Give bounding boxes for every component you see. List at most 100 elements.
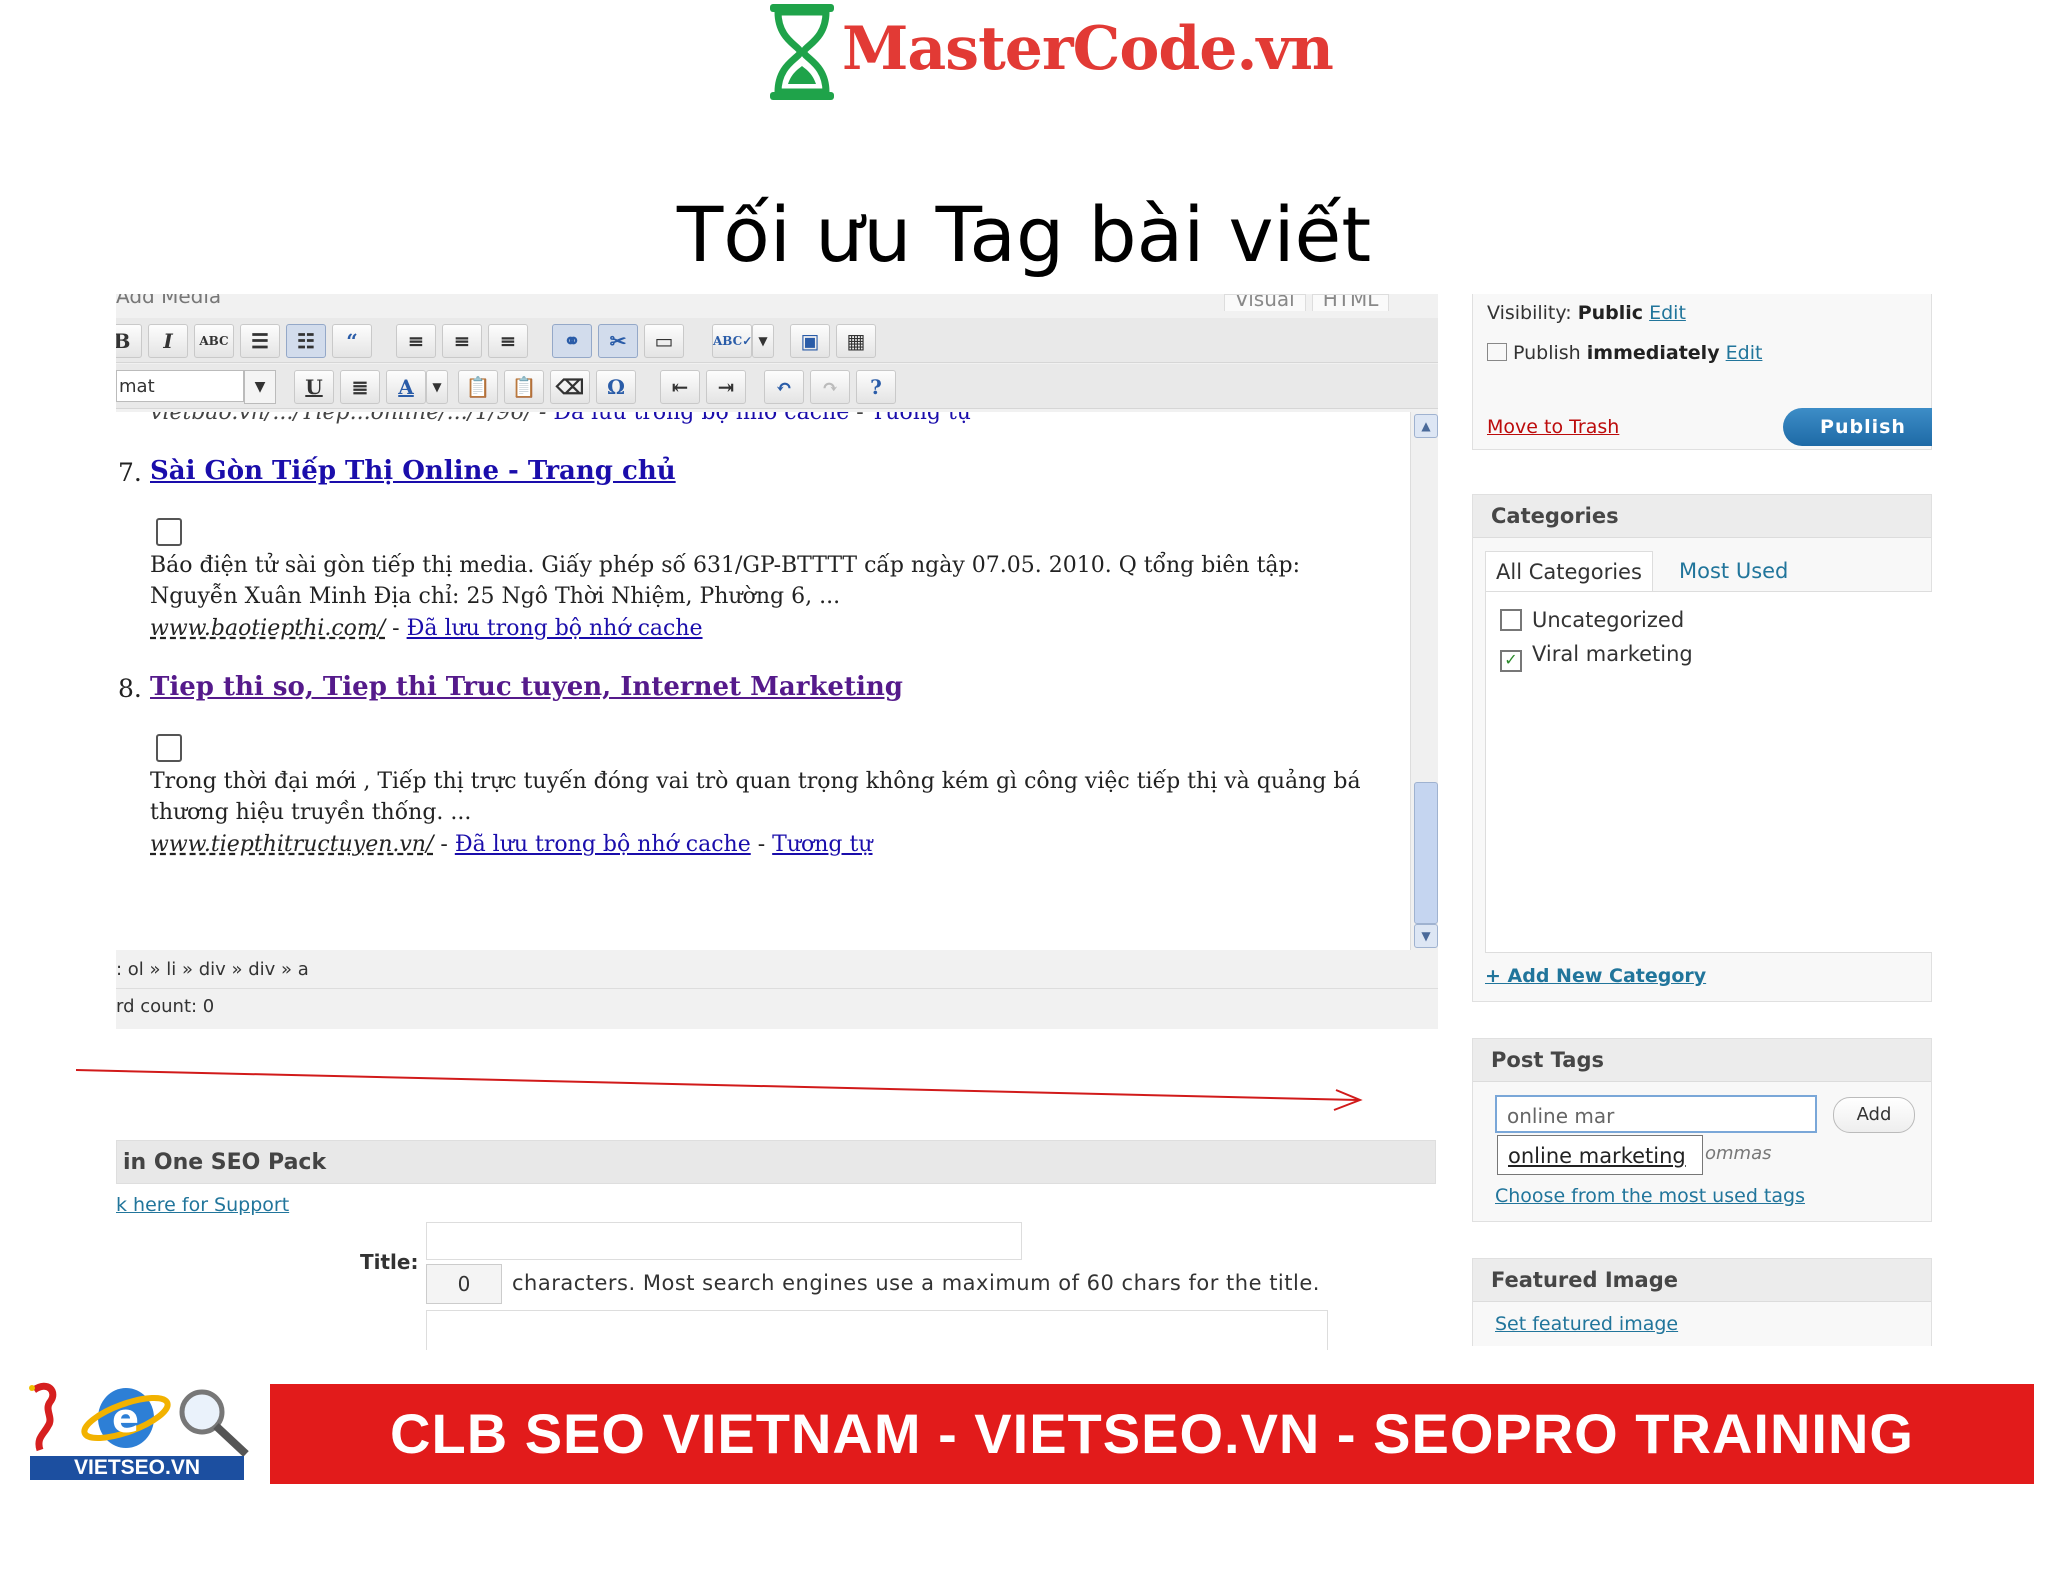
fullscreen-button[interactable]: ▣ [790, 324, 830, 358]
result-number: 7. [118, 458, 142, 487]
editor-toolbar-row-1: B I ABC ☰ ☷ “ ≡ ≡ ≡ ⚭ ✂ ▭ ABC✓ ▼ ▣ ▦ [116, 318, 1438, 363]
chevron-down-icon[interactable]: ▼ [244, 370, 276, 404]
similar-link[interactable]: Tương tự [871, 412, 971, 425]
post-editor: Add Media Visual HTML B I ABC ☰ ☷ “ ≡ ≡ ≡… [116, 294, 1438, 1029]
outdent-button[interactable]: ⇤ [660, 370, 700, 404]
brand-name: MasterCode.vn [842, 14, 1334, 84]
numbered-list-button[interactable]: ☷ [286, 324, 326, 358]
underline-button[interactable]: U [294, 370, 334, 404]
unlink-button[interactable]: ✂ [598, 324, 638, 358]
footer-text: CLB SEO VIETNAM - VIETSEO.VN - SEOPRO TR… [390, 1402, 1914, 1465]
editor-toolbar-row-2: mat ▼ U ≣ A ▼ 📋 📋 ⌫ Ω ⇤ ⇥ ↶ ↷ ? [116, 364, 1438, 409]
redo-button[interactable]: ↷ [810, 370, 850, 404]
spellcheck-button[interactable]: ABC✓ [712, 324, 752, 358]
blockquote-button[interactable]: “ [332, 324, 372, 358]
featured-image-header[interactable]: Featured Image [1473, 1259, 1931, 1302]
insert-more-button[interactable]: ▭ [644, 324, 684, 358]
visibility-value: Public [1577, 302, 1644, 324]
result-url[interactable]: www.tiepthitructuyen.vn/ [150, 832, 433, 857]
tag-hint: ommas [1705, 1143, 1772, 1164]
result-snippet: Báo điện tử sài gòn tiếp thị media. Giấy… [150, 553, 1301, 609]
publish-box: Visibility: Public Edit Publish immediat… [1472, 294, 1932, 450]
result-title[interactable]: Sài Gòn Tiếp Thị Online - Trang chủ [150, 456, 676, 486]
vietseo-logo: e VIETSEO.VN [14, 1374, 268, 1488]
align-left-button[interactable]: ≡ [396, 324, 436, 358]
publish-button[interactable]: Publish [1783, 408, 1932, 446]
result-url[interactable]: www.baotiepthi.com/ [150, 616, 385, 641]
categories-box: Categories All Categories Most Used Unca… [1472, 494, 1932, 1002]
calendar-icon [1487, 343, 1507, 361]
help-button[interactable]: ? [856, 370, 896, 404]
paste-text-button[interactable]: 📋 [458, 370, 498, 404]
publish-time-row: Publish immediately Edit [1487, 342, 1762, 364]
cache-link[interactable]: Đã lưu trong bộ nhớ cache [455, 832, 751, 857]
tag-input[interactable]: online mar [1495, 1095, 1817, 1133]
category-list: Uncategorized ✓ Viral marketing [1485, 591, 1932, 953]
categories-header[interactable]: Categories [1473, 495, 1931, 538]
strikethrough-button[interactable]: ABC [194, 324, 234, 358]
tab-html[interactable]: HTML [1311, 294, 1390, 311]
align-right-button[interactable]: ≡ [488, 324, 528, 358]
paste-word-button[interactable]: 📋 [504, 370, 544, 404]
kitchen-sink-button[interactable]: ▦ [836, 324, 876, 358]
mastercode-logo: MasterCode.vn [760, 0, 1334, 108]
tab-most-used[interactable]: Most Used [1669, 551, 1798, 591]
undo-button[interactable]: ↶ [764, 370, 804, 404]
result-checkbox[interactable] [156, 734, 182, 762]
special-char-button[interactable]: Ω [596, 370, 636, 404]
result-url-line: www.baotiepthi.com/ - Đã lưu trong bộ nh… [150, 616, 703, 641]
checkbox-checked[interactable]: ✓ [1500, 650, 1522, 672]
editor-scrollbar[interactable]: ▲ ▼ [1410, 412, 1438, 950]
set-featured-image-link[interactable]: Set featured image [1495, 1313, 1678, 1335]
publish-time-edit-link[interactable]: Edit [1726, 342, 1763, 364]
remove-format-button[interactable]: ⌫ [550, 370, 590, 404]
scroll-up-icon[interactable]: ▲ [1414, 414, 1438, 438]
bold-button[interactable]: B [116, 324, 142, 358]
tag-suggestion[interactable]: online marketing [1497, 1135, 1703, 1175]
indent-button[interactable]: ⇥ [706, 370, 746, 404]
similar-link[interactable]: Tương tự [772, 832, 872, 857]
add-media-label[interactable]: Add Media [116, 294, 221, 306]
publish-time-value: immediately [1586, 342, 1720, 364]
footer-banner: e VIETSEO.VN CLB SEO VIETNAM - VIETSEO.V… [14, 1374, 2034, 1488]
spellcheck-dropdown[interactable]: ▼ [752, 324, 774, 358]
move-to-trash-link[interactable]: Move to Trash [1487, 416, 1619, 438]
scroll-thumb[interactable] [1414, 782, 1438, 924]
svg-text:e: e [112, 1396, 139, 1442]
category-item-viral-marketing[interactable]: ✓ Viral marketing [1500, 642, 1693, 672]
post-tags-box: Post Tags online mar Add ommas online ma… [1472, 1038, 1932, 1222]
category-item-uncategorized[interactable]: Uncategorized [1500, 608, 1684, 632]
visibility-row: Visibility: Public Edit [1487, 302, 1686, 324]
result-title[interactable]: Tiep thi so, Tiep thi Truc tuyen, Intern… [150, 672, 903, 702]
seo-title-input-top[interactable] [426, 1222, 1022, 1260]
text-color-button[interactable]: A [386, 370, 426, 404]
seo-char-count: 0 [426, 1264, 502, 1304]
insert-link-button[interactable]: ⚭ [552, 324, 592, 358]
scroll-down-icon[interactable]: ▼ [1414, 924, 1438, 948]
cache-link[interactable]: Đã lưu trong bộ nhớ cache [553, 412, 849, 425]
justify-button[interactable]: ≣ [340, 370, 380, 404]
seo-char-note: characters. Most search engines use a ma… [512, 1271, 1320, 1295]
tab-all-categories[interactable]: All Categories [1485, 551, 1653, 592]
post-tags-header[interactable]: Post Tags [1473, 1039, 1931, 1082]
add-new-category-link[interactable]: + Add New Category [1485, 965, 1706, 987]
add-tag-button[interactable]: Add [1833, 1097, 1915, 1133]
checkbox[interactable] [1500, 609, 1522, 631]
editor-content[interactable]: vietbao.vn/.../Tiep...online/.../1/96/ -… [116, 412, 1410, 950]
visibility-edit-link[interactable]: Edit [1649, 302, 1686, 324]
choose-most-used-tags-link[interactable]: Choose from the most used tags [1495, 1185, 1805, 1207]
element-path: : ol » li » div » div » a [116, 959, 309, 980]
cache-link[interactable]: Đã lưu trong bộ nhớ cache [407, 616, 703, 641]
format-select[interactable]: mat [116, 370, 244, 402]
align-center-button[interactable]: ≡ [442, 324, 482, 358]
result-checkbox[interactable] [156, 518, 182, 546]
seo-pack-header[interactable]: in One SEO Pack [116, 1140, 1436, 1184]
tab-visual[interactable]: Visual [1224, 294, 1306, 311]
text-color-dropdown[interactable]: ▼ [426, 370, 448, 404]
seo-description-input[interactable] [426, 1310, 1328, 1350]
result-url-line: www.tiepthitructuyen.vn/ - Đã lưu trong … [150, 832, 873, 857]
support-link[interactable]: k here for Support [116, 1194, 289, 1216]
result-6-url-line: vietbao.vn/.../Tiep...online/.../1/96/ -… [150, 412, 971, 425]
bullet-list-button[interactable]: ☰ [240, 324, 280, 358]
italic-button[interactable]: I [148, 324, 188, 358]
